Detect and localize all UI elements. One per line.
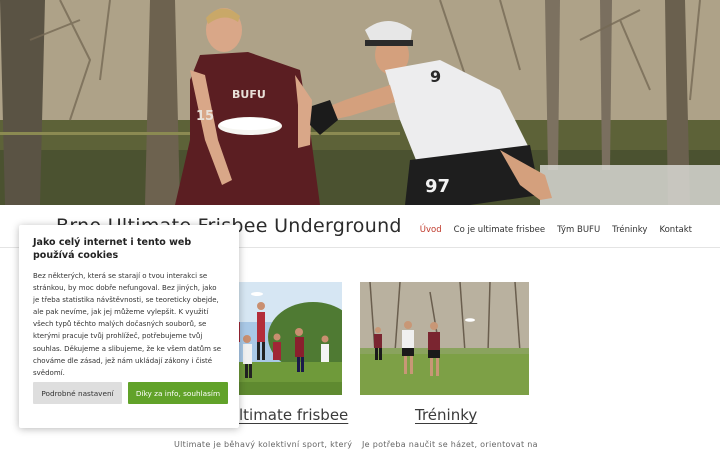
hero-photo: 15 BUFU 97 9 bbox=[0, 0, 720, 205]
nav-item-uvod[interactable]: Úvod bbox=[420, 225, 442, 235]
cookie-settings-button[interactable]: Podrobné nastavení bbox=[33, 382, 122, 404]
card-text-ultimate: Ultimate je běhavý kolektivní sport, kte… bbox=[174, 440, 353, 449]
jersey-number: 97 bbox=[425, 176, 450, 197]
card-title-treninky[interactable]: Tréninky bbox=[415, 406, 477, 424]
nav-item-tym-bufu[interactable]: Tým BUFU bbox=[557, 225, 600, 235]
card-title-ultimate[interactable]: Ultimate frisbee bbox=[228, 406, 348, 424]
svg-text:15: 15 bbox=[196, 109, 214, 124]
hero-image: 15 BUFU 97 9 bbox=[0, 0, 720, 205]
svg-text:9: 9 bbox=[430, 67, 441, 86]
cookie-body-text: Bez některých, která se starají o tvou i… bbox=[33, 272, 222, 377]
svg-text:BUFU: BUFU bbox=[232, 88, 266, 101]
cookie-accept-button[interactable]: Díky za info, souhlasím bbox=[128, 382, 228, 404]
main-nav: Úvod Co je ultimate frisbee Tým BUFU Tré… bbox=[420, 225, 692, 235]
nav-item-treninky[interactable]: Tréninky bbox=[612, 225, 647, 235]
training-photo bbox=[360, 282, 529, 395]
nav-item-co-je-ultimate[interactable]: Co je ultimate frisbee bbox=[454, 225, 545, 235]
cookie-consent-dialog: Jako celý internet i tento web používá c… bbox=[19, 225, 239, 428]
card-image-treninky[interactable] bbox=[360, 282, 529, 395]
cookie-heading: Jako celý internet i tento web používá c… bbox=[33, 237, 192, 261]
cookie-buttons: Podrobné nastavení Díky za info, souhlas… bbox=[33, 382, 228, 404]
card-text-treninky: Je potřeba naučit se házet, orientovat n… bbox=[362, 440, 538, 449]
nav-item-kontakt[interactable]: Kontakt bbox=[659, 225, 692, 235]
